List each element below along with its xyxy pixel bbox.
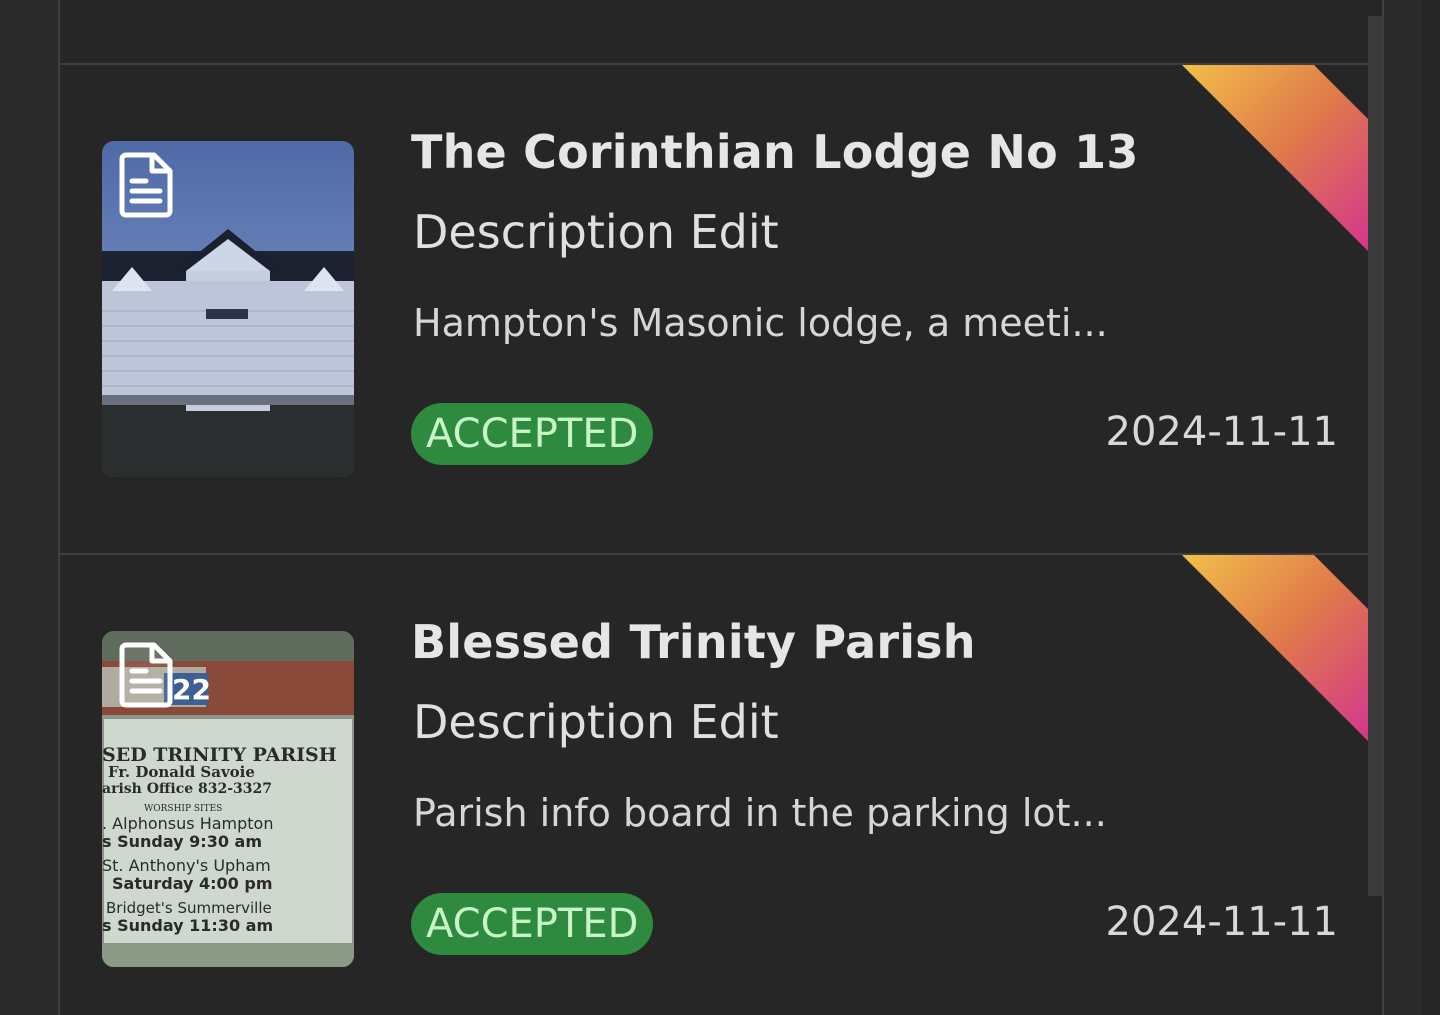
sign-line: arish Office 832-3327 <box>102 781 272 797</box>
submission-type: Description Edit <box>413 205 779 259</box>
submission-type: Description Edit <box>413 695 779 749</box>
document-icon <box>119 642 173 708</box>
submission-date: 2024-11-11 <box>1105 899 1338 945</box>
submission-title: Blessed Trinity Parish <box>411 615 976 669</box>
sign-line: Saturday 4:00 pm <box>112 874 273 893</box>
status-badge: ACCEPTED <box>411 403 654 465</box>
thumbnail[interactable]: 22 SED TRINITY PARISH Fr. Donald Savoie … <box>102 631 354 967</box>
scrollbar[interactable] <box>1368 16 1382 896</box>
corner-ribbon <box>1182 65 1382 265</box>
corner-ribbon <box>1182 555 1382 755</box>
sign-line: . Alphonsus Hampton <box>102 814 273 833</box>
thumbnail[interactable] <box>102 141 354 477</box>
sign-line: s Sunday 9:30 am <box>102 832 262 851</box>
sign-line: s Sunday 11:30 am <box>102 916 273 935</box>
submission-date: 2024-11-11 <box>1105 409 1338 455</box>
sign-line: Fr. Donald Savoie <box>108 763 255 781</box>
submission-description: Parish info board in the parking lot... <box>413 791 1107 835</box>
submission-card[interactable]: 22 SED TRINITY PARISH Fr. Donald Savoie … <box>60 555 1382 1015</box>
submission-description: Hampton's Masonic lodge, a meeti... <box>413 301 1108 345</box>
sign-line: WORSHIP SITES <box>144 804 222 814</box>
sign-line: St. Anthony's Upham <box>102 856 271 875</box>
submissions-list: The Corinthian Lodge No 13 Description E… <box>58 0 1384 1015</box>
window-edge <box>1422 0 1440 1015</box>
document-icon <box>119 152 173 218</box>
sign-line: Bridget's Summerville <box>106 899 272 917</box>
submission-title: The Corinthian Lodge No 13 <box>411 125 1139 179</box>
status-badge: ACCEPTED <box>411 893 654 955</box>
sign-number: 22 <box>172 673 211 706</box>
submission-card[interactable]: The Corinthian Lodge No 13 Description E… <box>60 65 1382 553</box>
